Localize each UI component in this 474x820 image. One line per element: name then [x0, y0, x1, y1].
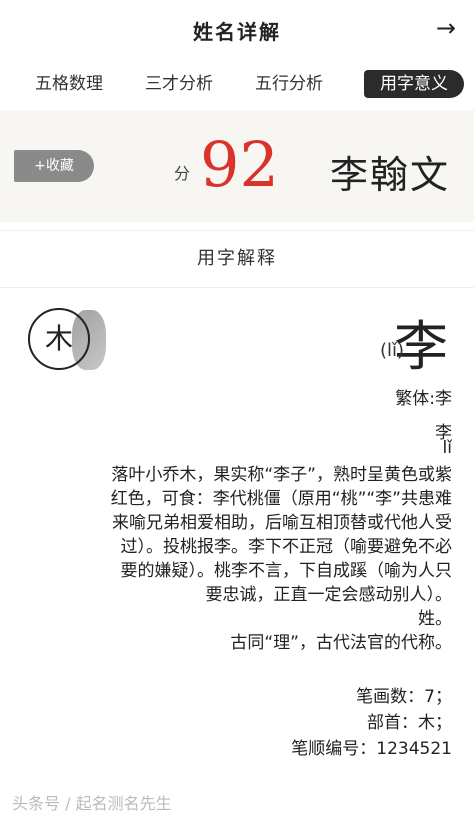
- watermark: 头条号 / 起名测名先生: [12, 794, 172, 813]
- arrow-right-icon[interactable]: →: [436, 14, 456, 42]
- traditional-form: 繁体:李: [395, 389, 452, 409]
- definition-line: 要忠诚，正直一定会感动别人）。: [205, 585, 453, 605]
- page-title: 姓名详解: [193, 20, 281, 44]
- definition-line: 要的嫌疑）。桃李不言，下自成蹊（喻为人只: [120, 561, 453, 581]
- tab-five-elements[interactable]: 五行分析: [244, 70, 334, 98]
- score-unit: 分: [174, 164, 191, 183]
- section-header: 用字解释: [0, 230, 474, 288]
- definition-line: 古同“理”，古代法官的代称。: [230, 633, 452, 653]
- definition-line: 红色，可食：李代桃僵（原用“桃”“李”共患难: [110, 489, 452, 509]
- score-value: 92: [200, 128, 279, 201]
- score-panel: +收藏 分 92 李翰文: [0, 110, 474, 222]
- definition-line: 姓。: [418, 609, 452, 629]
- tab-five-grids[interactable]: 五格数理: [24, 70, 114, 98]
- element-badge: 木: [28, 308, 90, 370]
- definition-line: 来喻兄弟相爱相助，后喻互相顶替或代他人受: [112, 513, 452, 533]
- definition-line: 落叶小乔木，果实称“李子”，熟时呈黄色或紫: [111, 465, 452, 485]
- full-name: 李翰文: [329, 153, 450, 197]
- definition-line: lǐ: [442, 438, 452, 458]
- tab-meaning[interactable]: 用字意义: [364, 70, 464, 98]
- tab-bar: 用字意义 五行分析 三才分析 五格数理: [0, 58, 474, 110]
- section-title: 用字解释: [197, 248, 277, 269]
- stroke-count: 笔画数：7；: [356, 687, 452, 707]
- radical: 部首：木；: [367, 713, 452, 733]
- tab-three-talents[interactable]: 三才分析: [134, 70, 224, 98]
- definition-line: 过）。投桃报李。李下不正冠（喻要避免不必: [120, 537, 453, 557]
- header: 姓名详解 →: [0, 0, 474, 58]
- character-pinyin: (lǐ): [379, 340, 404, 361]
- character-detail: 木 李 (lǐ) 繁体:李 李 lǐ 落叶小乔木，果实称“李子”，熟时呈黄色或紫…: [0, 290, 474, 820]
- stroke-order: 笔顺编号：1234521: [291, 739, 452, 759]
- favorite-button[interactable]: +收藏: [14, 150, 94, 182]
